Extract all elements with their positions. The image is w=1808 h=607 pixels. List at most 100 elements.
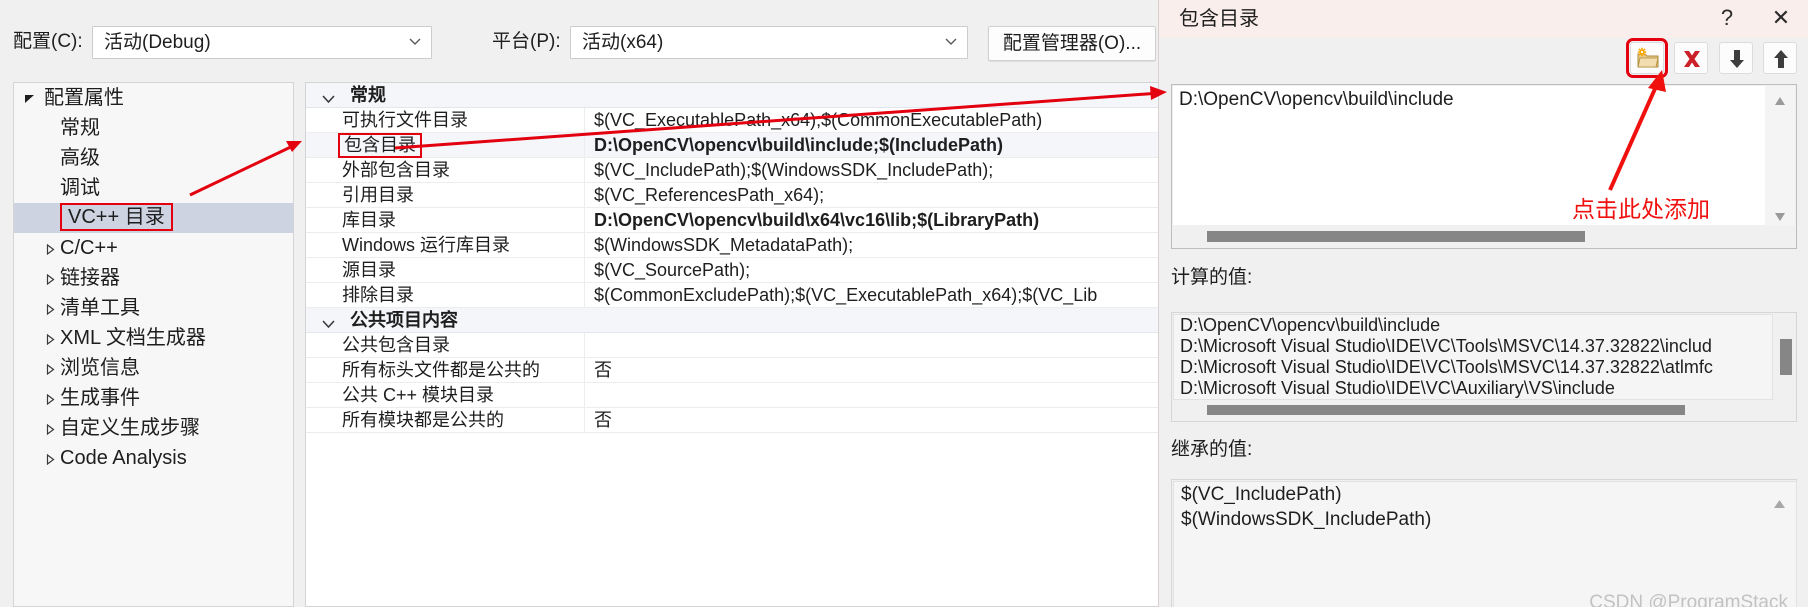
collapsed-triangle-icon[interactable]	[44, 413, 60, 443]
collapsed-triangle-icon[interactable]	[44, 443, 60, 473]
red-x-icon	[1684, 51, 1701, 67]
column-divider	[584, 183, 585, 208]
directories-edit-list[interactable]: D:\OpenCV\opencv\build\include	[1171, 84, 1797, 249]
property-row[interactable]: 公共包含目录	[306, 333, 1158, 358]
collapsed-triangle-icon[interactable]	[44, 293, 60, 323]
calculated-horizontal-scrollbar-thumb[interactable]	[1207, 405, 1685, 415]
tree-item[interactable]: 浏览信息	[14, 353, 293, 383]
vertical-scrollbar[interactable]	[1765, 86, 1795, 226]
close-button[interactable]: ✕	[1755, 0, 1807, 38]
property-name: 常规	[350, 85, 386, 105]
property-value[interactable]: $(VC_SourcePath);	[594, 258, 1154, 283]
property-row[interactable]: 包含目录 D:\OpenCV\opencv\build\include;$(Inc…	[306, 133, 1158, 158]
calculated-value-item: D:\Microsoft Visual Studio\IDE\VC\Auxili…	[1180, 378, 1615, 398]
property-row[interactable]: 排除目录 $(CommonExcludePath);$(VC_Executable…	[306, 283, 1158, 308]
tree-item[interactable]: 生成事件	[14, 383, 293, 413]
new-folder-button[interactable]	[1625, 38, 1668, 78]
property-row[interactable]: 可执行文件目录 $(VC_ExecutablePath_x64);$(Common…	[306, 108, 1158, 133]
property-row[interactable]: 公共 C++ 模块目录	[306, 383, 1158, 408]
tree-item[interactable]: 清单工具	[14, 293, 293, 323]
tree-item-label: 常规	[60, 117, 100, 139]
tree-item[interactable]: 配置属性	[14, 83, 293, 113]
delete-button[interactable]	[1674, 42, 1709, 74]
tree-item[interactable]: XML 文档生成器	[14, 323, 293, 353]
property-name: 公共项目内容	[350, 310, 458, 330]
property-value[interactable]: $(VC_ReferencesPath_x64);	[594, 183, 1154, 208]
scroll-down-icon[interactable]	[1774, 209, 1786, 221]
property-category-row[interactable]: 常规	[306, 83, 1158, 108]
property-row[interactable]: 引用目录 $(VC_ReferencesPath_x64);	[306, 183, 1158, 208]
collapsed-triangle-icon[interactable]	[44, 383, 60, 413]
directory-list-item: D:\OpenCV\opencv\build\include	[1179, 89, 1454, 110]
tree-item[interactable]: 常规	[14, 113, 293, 143]
inherited-values-box: $(VC_IncludePath) $(WindowsSDK_IncludePat…	[1171, 479, 1797, 607]
new-folder-icon	[1637, 47, 1659, 68]
platform-dropdown[interactable]: 活动(x64)	[570, 26, 968, 59]
configuration-dropdown[interactable]: 活动(Debug)	[92, 26, 432, 59]
expanded-triangle-icon[interactable]	[22, 83, 38, 113]
tree-item[interactable]: 高级	[14, 143, 293, 173]
tree-item[interactable]: VC++ 目录	[14, 203, 293, 233]
calculated-values-label: 计算的值:	[1171, 267, 1253, 288]
column-divider	[584, 258, 585, 283]
property-row[interactable]: 所有模块都是公共的 否	[306, 408, 1158, 433]
chevron-down-icon[interactable]	[322, 91, 335, 104]
scroll-up-icon[interactable]	[1773, 496, 1786, 508]
property-row[interactable]: 库目录 D:\OpenCV\opencv\build\x64\vc16\lib;$…	[306, 208, 1158, 233]
scroll-up-icon[interactable]	[1774, 93, 1786, 105]
property-value[interactable]: D:\OpenCV\opencv\build\x64\vc16\lib;$(Li…	[594, 208, 1154, 233]
collapsed-triangle-icon[interactable]	[44, 353, 60, 383]
move-up-button[interactable]	[1763, 42, 1797, 74]
chevron-down-icon	[409, 38, 421, 46]
calculated-scrollbar-thumb[interactable]	[1780, 339, 1792, 375]
horizontal-scrollbar[interactable]	[1173, 225, 1767, 247]
tree-item-label: 生成事件	[60, 387, 140, 409]
configuration-manager-button[interactable]: 配置管理器(O)...	[988, 26, 1156, 61]
tree-item[interactable]: 链接器	[14, 263, 293, 293]
column-divider	[584, 133, 585, 158]
column-divider	[584, 358, 585, 383]
watermark: CSDN @ProgramStack	[1589, 592, 1788, 607]
property-name: 包含目录	[338, 133, 422, 158]
calculated-value-item: D:\OpenCV\opencv\build\include	[1180, 315, 1441, 335]
inherited-values-list[interactable]: $(VC_IncludePath) $(WindowsSDK_IncludePat…	[1173, 481, 1797, 607]
arrow-up-icon	[1774, 50, 1788, 68]
property-value[interactable]: $(VC_ExecutablePath_x64);$(CommonExecuta…	[594, 108, 1154, 133]
chevron-down-icon[interactable]	[322, 316, 335, 329]
tree-item[interactable]: 自定义生成步骤	[14, 413, 293, 443]
property-name: 排除目录	[342, 285, 414, 305]
property-value[interactable]: 否	[594, 358, 1154, 383]
property-row[interactable]: 外部包含目录 $(VC_IncludePath);$(WindowsSDK_Inc…	[306, 158, 1158, 183]
property-value[interactable]: $(WindowsSDK_MetadataPath);	[594, 233, 1154, 258]
property-value[interactable]: $(CommonExcludePath);$(VC_ExecutablePath…	[594, 283, 1154, 308]
tree-item-label: C/C++	[60, 237, 118, 259]
include-directories-dialog: 包含目录 ? ✕ D:\OpenCV\opencv\build\include …	[1158, 0, 1808, 607]
property-value[interactable]: D:\OpenCV\opencv\build\include;$(Include…	[594, 133, 1154, 158]
property-row[interactable]: 所有标头文件都是公共的 否	[306, 358, 1158, 383]
horizontal-scrollbar-thumb[interactable]	[1207, 231, 1585, 242]
move-down-button[interactable]	[1718, 42, 1753, 74]
property-row[interactable]: 源目录 $(VC_SourcePath);	[306, 258, 1158, 283]
property-value[interactable]: 否	[594, 408, 1154, 433]
calculated-horizontal-scrollbar[interactable]	[1173, 400, 1773, 420]
collapsed-triangle-icon[interactable]	[44, 263, 60, 293]
tree-item[interactable]: Code Analysis	[14, 443, 293, 473]
calculated-values-list[interactable]: D:\OpenCV\opencv\build\include D:\Microso…	[1173, 314, 1773, 400]
property-grid[interactable]: 常规可执行文件目录 $(VC_ExecutablePath_x64);$(Comm…	[305, 82, 1158, 607]
tree-item[interactable]: C/C++	[14, 233, 293, 263]
property-category-row[interactable]: 公共项目内容	[306, 308, 1158, 333]
collapsed-triangle-icon[interactable]	[44, 233, 60, 263]
config-label: 配置(C):	[13, 31, 83, 52]
configuration-tree[interactable]: 配置属性常规高级调试 VC++ 目录 C/C++ 链接器 清单工具 XML 文档生成器浏览…	[13, 82, 294, 607]
property-value[interactable]: $(VC_IncludePath);$(WindowsSDK_IncludePa…	[594, 158, 1154, 183]
property-row[interactable]: Windows 运行库目录 $(WindowsSDK_MetadataPath);	[306, 233, 1158, 258]
property-name: 库目录	[342, 210, 396, 230]
dialog-toolbar	[1624, 38, 1797, 82]
tree-item[interactable]: 调试	[14, 173, 293, 203]
column-divider	[584, 333, 585, 358]
collapsed-triangle-icon[interactable]	[44, 323, 60, 353]
help-button[interactable]: ?	[1701, 0, 1753, 38]
tree-item-label: Code Analysis	[60, 447, 187, 469]
tree-item-label: 调试	[60, 177, 100, 199]
tree-item-label: 浏览信息	[60, 357, 140, 379]
